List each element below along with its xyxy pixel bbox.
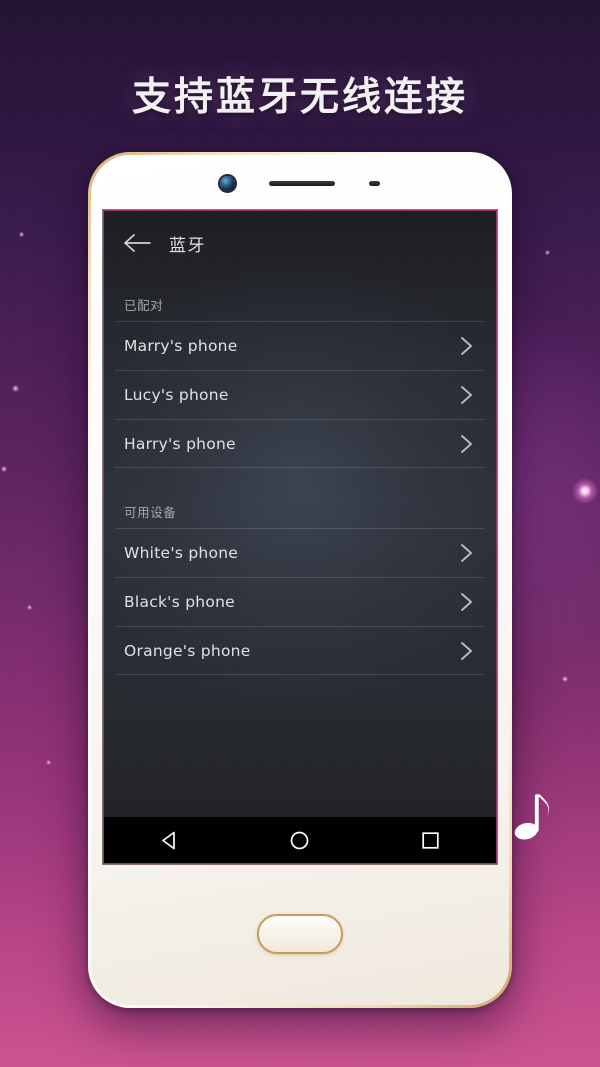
android-nav-bar (104, 817, 496, 863)
chevron-right-icon[interactable] (458, 384, 474, 406)
device-name: Orange's phone (124, 641, 251, 660)
phone-top-hardware (91, 155, 509, 211)
sparkle-decoration (46, 760, 51, 765)
available-device-list: White's phone Black's phone Orange's pho… (104, 528, 496, 675)
paired-device-list: Marry's phone Lucy's phone Harry's phone (104, 321, 496, 468)
nav-recents-square-icon[interactable] (402, 817, 460, 863)
app-title: 蓝牙 (169, 235, 206, 256)
list-item[interactable]: Black's phone (115, 577, 485, 626)
phone-screen-frame: 蓝牙 已配对 Marry's phone Lucy's phone Harry'… (104, 211, 496, 863)
poster-background: 支持蓝牙无线连接 蓝牙 已配对 Marry's phone Lucy's pho… (0, 0, 600, 1067)
nav-back-triangle-icon[interactable] (140, 817, 198, 863)
home-button[interactable] (257, 914, 343, 954)
front-camera-icon (220, 175, 235, 191)
proximity-sensor-icon (369, 180, 380, 186)
nav-home-circle-icon[interactable] (271, 817, 329, 863)
list-item[interactable]: Harry's phone (115, 419, 485, 468)
phone-chin (91, 863, 509, 1005)
earpiece-speaker-icon (269, 180, 335, 186)
chevron-right-icon[interactable] (458, 433, 474, 455)
device-name: Harry's phone (124, 434, 236, 453)
device-name: Black's phone (124, 593, 235, 611)
sparkle-decoration (545, 250, 550, 255)
section-header-paired: 已配对 (124, 298, 164, 313)
music-note-icon (512, 790, 556, 848)
sparkle-decoration (562, 676, 568, 682)
sparkle-decoration (1, 466, 7, 472)
chevron-right-icon[interactable] (458, 591, 474, 613)
device-name: White's phone (124, 544, 239, 562)
sparkle-decoration (12, 385, 19, 392)
phone-screen: 蓝牙 已配对 Marry's phone Lucy's phone Harry'… (104, 211, 496, 863)
sparkle-decoration (572, 478, 598, 504)
phone-body: 蓝牙 已配对 Marry's phone Lucy's phone Harry'… (91, 155, 509, 1005)
sparkle-decoration (19, 232, 24, 237)
list-item[interactable]: Marry's phone (115, 321, 485, 370)
chevron-right-icon[interactable] (458, 542, 474, 564)
page-title: 支持蓝牙无线连接 (131, 74, 468, 120)
device-name: Lucy's phone (124, 386, 229, 404)
app-bar: 蓝牙 (104, 211, 496, 275)
device-name: Marry's phone (124, 337, 238, 355)
chevron-right-icon[interactable] (458, 335, 474, 357)
phone-mockup: 蓝牙 已配对 Marry's phone Lucy's phone Harry'… (88, 152, 512, 1008)
sparkle-decoration (27, 605, 32, 610)
back-arrow-icon[interactable] (122, 228, 152, 258)
section-header-available: 可用设备 (124, 505, 177, 520)
list-item[interactable]: Lucy's phone (115, 370, 485, 419)
chevron-right-icon[interactable] (458, 640, 474, 662)
list-item[interactable]: White's phone (115, 528, 485, 577)
list-item[interactable]: Orange's phone (115, 626, 485, 675)
